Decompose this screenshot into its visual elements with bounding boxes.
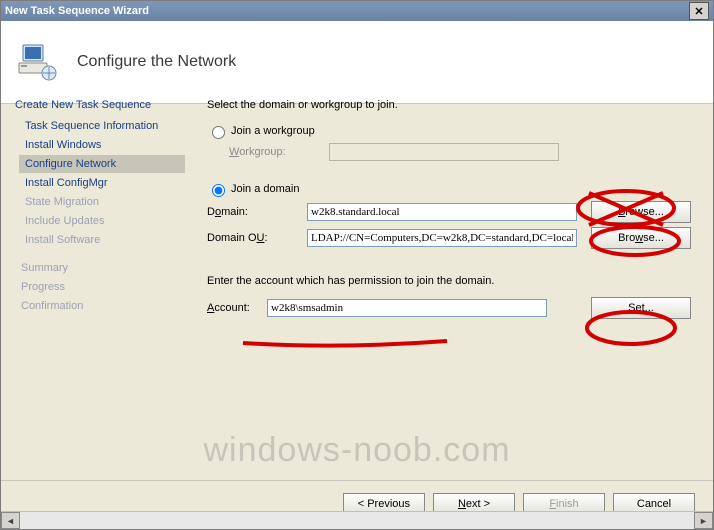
join-workgroup-radio[interactable] xyxy=(212,126,225,139)
account-input xyxy=(267,299,547,317)
sidebar-step-confirmation: Confirmation xyxy=(15,297,185,315)
account-intro: Enter the account which has permission t… xyxy=(207,275,691,287)
wizard-sidebar: Create New Task Sequence Task Sequence I… xyxy=(1,85,191,481)
set-account-button[interactable]: Set... xyxy=(591,297,691,319)
domain-label: Domain: xyxy=(207,206,307,218)
page-title: Configure the Network xyxy=(77,53,236,71)
sidebar-step-progress: Progress xyxy=(15,278,185,296)
sidebar-group-title: Create New Task Sequence xyxy=(15,99,185,111)
network-computer-icon xyxy=(15,39,59,86)
close-icon: ✕ xyxy=(694,5,703,18)
sidebar-step-summary: Summary xyxy=(15,259,185,277)
sidebar-step-task-sequence-info[interactable]: Task Sequence Information xyxy=(19,117,185,135)
browse-domain-button[interactable]: Browse... xyxy=(591,201,691,223)
sidebar-step-state-migration: State Migration xyxy=(19,193,185,211)
workgroup-input xyxy=(329,143,559,161)
domain-ou-label: Domain OU: xyxy=(207,232,307,244)
horizontal-scrollbar[interactable]: ◄ ► xyxy=(1,511,713,529)
title-bar: New Task Sequence Wizard ✕ xyxy=(1,1,713,21)
join-domain-label: Join a domain xyxy=(231,183,300,195)
sidebar-step-include-updates: Include Updates xyxy=(19,212,185,230)
domain-input[interactable] xyxy=(307,203,577,221)
wizard-content: Select the domain or workgroup to join. … xyxy=(191,85,713,481)
join-domain-radio[interactable] xyxy=(212,184,225,197)
scroll-right-icon[interactable]: ► xyxy=(694,512,713,529)
close-button[interactable]: ✕ xyxy=(689,2,709,20)
scroll-left-icon[interactable]: ◄ xyxy=(1,512,20,529)
browse-ou-button[interactable]: Browse... xyxy=(591,227,691,249)
sidebar-step-install-configmgr[interactable]: Install ConfigMgr xyxy=(19,174,185,192)
sidebar-step-install-windows[interactable]: Install Windows xyxy=(19,136,185,154)
sidebar-step-install-software: Install Software xyxy=(19,231,185,249)
annotation-account-underline xyxy=(241,337,451,354)
join-workgroup-label: Join a workgroup xyxy=(231,125,315,137)
workgroup-label: Workgroup: xyxy=(229,146,329,158)
intro-text: Select the domain or workgroup to join. xyxy=(207,99,691,111)
sidebar-step-configure-network[interactable]: Configure Network xyxy=(19,155,185,173)
wizard-window: New Task Sequence Wizard ✕ Configure the… xyxy=(0,0,714,530)
window-title: New Task Sequence Wizard xyxy=(5,5,149,17)
domain-ou-input[interactable] xyxy=(307,229,577,247)
